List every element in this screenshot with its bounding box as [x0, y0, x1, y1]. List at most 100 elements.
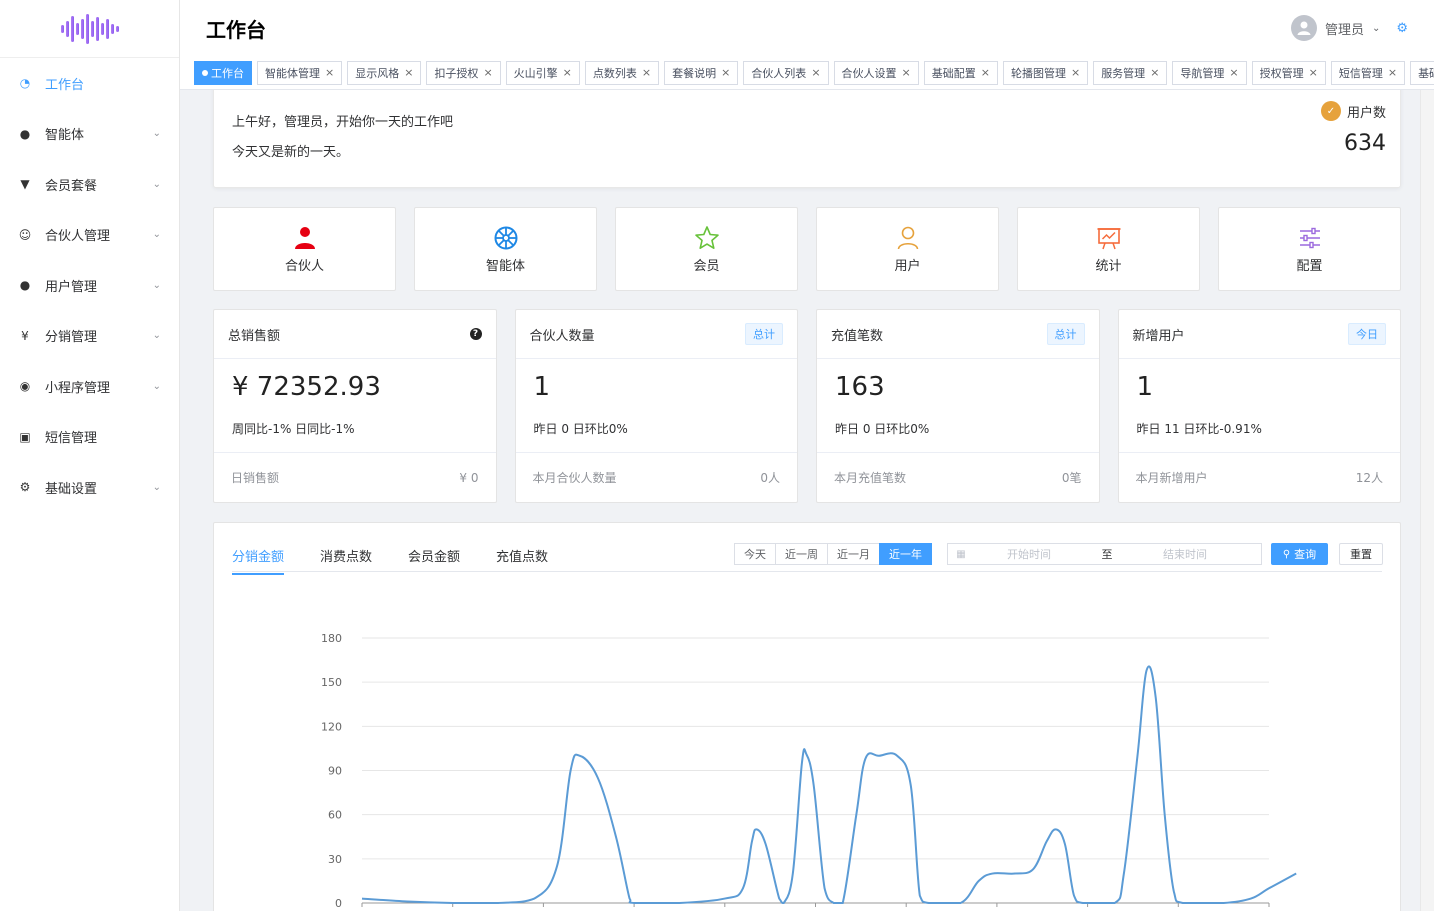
user-count-label: 用户数 — [1346, 105, 1386, 121]
sms-icon: ▣ — [19, 429, 31, 444]
close-icon[interactable]: × — [563, 66, 572, 79]
tag-tab[interactable]: 短信管理 × — [1330, 60, 1406, 85]
sidebar-item-label: 合伙人管理 — [45, 229, 111, 245]
sliders-icon — [1299, 227, 1320, 248]
y-tick-label: 30 — [328, 853, 342, 866]
chevron-down-icon[interactable]: ⌄ — [1372, 23, 1380, 34]
stat-card-partners: 合伙人数量 总计 1 昨日 0 日环比0% 本月合伙人数量 0人 — [514, 309, 798, 503]
date-start-input[interactable]: 开始时间 — [974, 546, 1084, 562]
tag-tab[interactable]: 工作台 — [194, 60, 252, 85]
sidebar-item-5[interactable]: ¥ 分销管理 ⌄ — [0, 311, 179, 362]
settings-gear-icon[interactable]: ⚙ — [1396, 21, 1408, 36]
close-icon[interactable]: × — [404, 66, 413, 79]
stat-header: 总销售额 ? — [214, 310, 496, 359]
date-range-picker[interactable]: ▦ 开始时间 至 结束时间 — [947, 543, 1262, 565]
sidebar-item-6[interactable]: ◉ 小程序管理 ⌄ — [0, 361, 179, 412]
wechat-icon: ◉ — [19, 379, 31, 394]
tag-tab[interactable]: 显示风格 × — [347, 60, 422, 85]
stat-footer-value: ¥ 0 — [459, 470, 479, 485]
chevron-down-icon: ⌄ — [152, 481, 161, 493]
tag-tab[interactable]: 扣子授权 × — [426, 60, 501, 85]
sidebar-item-1[interactable]: ● 智能体 ⌄ — [0, 109, 179, 160]
range-button-group: 今天 近一周 近一月 近一年 — [734, 543, 932, 565]
close-icon[interactable]: × — [325, 66, 334, 79]
shortcut-label: 统计 — [1095, 258, 1122, 274]
vertical-scrollbar[interactable] — [1420, 90, 1434, 911]
stat-card-new-users: 新增用户 今日 1 昨日 11 日环比-0.91% 本月新增用户 12人 — [1117, 309, 1401, 503]
shortcut-label: 会员 — [693, 258, 720, 274]
chart-tab[interactable]: 会员金额 — [408, 541, 460, 575]
shortcut-stats[interactable]: 统计 — [1017, 207, 1200, 291]
tag-tab[interactable]: 合伙人设置 × — [833, 60, 919, 85]
close-icon[interactable]: × — [902, 66, 911, 79]
tag-tab[interactable]: 基础配置 × — [923, 60, 998, 85]
close-icon[interactable]: × — [1071, 66, 1080, 79]
stat-footer-label: 本月新增用户 — [1135, 471, 1208, 485]
range-button[interactable]: 近一年 — [879, 543, 932, 565]
sidebar-item-3[interactable]: ☺ 合伙人管理 ⌄ — [0, 210, 179, 261]
stat-compare: 昨日 11 日环比-0.91% — [1136, 422, 1262, 436]
shortcut-agent[interactable]: 智能体 — [414, 207, 597, 291]
partner-icon — [294, 226, 315, 249]
tag-tab-label: 基础配置 — [931, 66, 976, 80]
stat-tag: 总计 — [745, 323, 783, 345]
shortcut-label: 配置 — [1296, 258, 1323, 274]
sidebar-item-8[interactable]: ⚙ 基础设置 ⌄ — [0, 462, 179, 513]
tag-tab[interactable]: 点数列表 × — [584, 60, 660, 85]
shortcut-config[interactable]: 配置 — [1218, 207, 1401, 291]
shortcut-partner[interactable]: 合伙人 — [213, 207, 396, 291]
user-count-value: 634 — [1344, 131, 1386, 156]
shortcut-user[interactable]: 用户 — [816, 207, 999, 291]
close-icon[interactable]: × — [1309, 66, 1318, 79]
tag-tab-label: 基础配置 — [1418, 66, 1434, 80]
chart-tab[interactable]: 充值点数 — [496, 541, 548, 575]
tag-tab[interactable]: 合伙人列表 × — [743, 60, 829, 85]
greeting-subtext: 今天又是新的一天。 — [232, 145, 350, 160]
close-icon[interactable]: × — [981, 66, 990, 79]
tag-tab-label: 扣子授权 — [434, 66, 479, 80]
tag-tab[interactable]: 轮播图管理 × — [1002, 60, 1089, 85]
sidebar-item-4[interactable]: ● 用户管理 ⌄ — [0, 260, 179, 311]
range-button[interactable]: 近一月 — [827, 543, 880, 565]
close-icon[interactable]: × — [642, 66, 651, 79]
stat-title: 合伙人数量 — [529, 328, 595, 344]
tag-tab-label: 导航管理 — [1180, 66, 1225, 80]
date-end-input[interactable]: 结束时间 — [1130, 546, 1240, 562]
reset-button[interactable]: 重置 — [1339, 543, 1383, 565]
tag-tab[interactable]: 火山引擎 × — [505, 60, 580, 85]
tag-tab[interactable]: 导航管理 × — [1172, 60, 1247, 85]
chart-tabs-divider — [232, 571, 1382, 572]
username[interactable]: 管理员 — [1325, 19, 1364, 38]
gear-icon: ⚙ — [19, 480, 31, 495]
shortcut-member[interactable]: 会员 — [615, 207, 798, 291]
sidebar-item-2[interactable]: ▼ 会员套餐 ⌄ — [0, 159, 179, 210]
tag-tab[interactable]: 套餐说明 × — [664, 60, 739, 85]
range-button[interactable]: 近一周 — [775, 543, 828, 565]
help-icon[interactable]: ? — [469, 328, 482, 340]
avatar[interactable] — [1290, 15, 1317, 41]
sidebar-item-0[interactable]: ◔ 工作台 — [0, 58, 179, 109]
tag-tab[interactable]: 授权管理 × — [1251, 60, 1326, 85]
close-icon[interactable]: × — [721, 66, 730, 79]
tag-tab[interactable]: 服务管理 × — [1093, 60, 1168, 85]
sidebar-item-7[interactable]: ▣ 短信管理 — [0, 412, 179, 463]
chart-tab[interactable]: 分销金额 — [232, 541, 285, 575]
close-icon[interactable]: × — [1388, 66, 1397, 79]
y-tick-label: 180 — [321, 632, 342, 645]
close-icon[interactable]: × — [1150, 66, 1159, 79]
tag-tab-label: 点数列表 — [592, 66, 637, 80]
stat-title: 新增用户 — [1132, 328, 1185, 344]
shortcut-row: 合伙人 智能体 会员 用户 统计 配置 — [213, 207, 1401, 291]
user-menu[interactable]: 管理员 ⌄ ⚙ — [1290, 15, 1408, 41]
range-button[interactable]: 今天 — [734, 543, 776, 565]
shortcut-label: 智能体 — [485, 258, 525, 274]
tag-tab[interactable]: 智能体管理 × — [257, 60, 343, 85]
close-icon[interactable]: × — [1229, 66, 1238, 79]
close-icon[interactable]: × — [483, 66, 492, 79]
star-icon — [694, 225, 719, 249]
query-button[interactable]: ⚲ 查询 — [1271, 543, 1328, 565]
close-icon[interactable]: × — [811, 66, 820, 79]
tag-tab[interactable]: 基础配置× — [1410, 60, 1434, 85]
sidebar-item-label: 小程序管理 — [45, 380, 111, 396]
chart-tab[interactable]: 消费点数 — [320, 541, 372, 575]
